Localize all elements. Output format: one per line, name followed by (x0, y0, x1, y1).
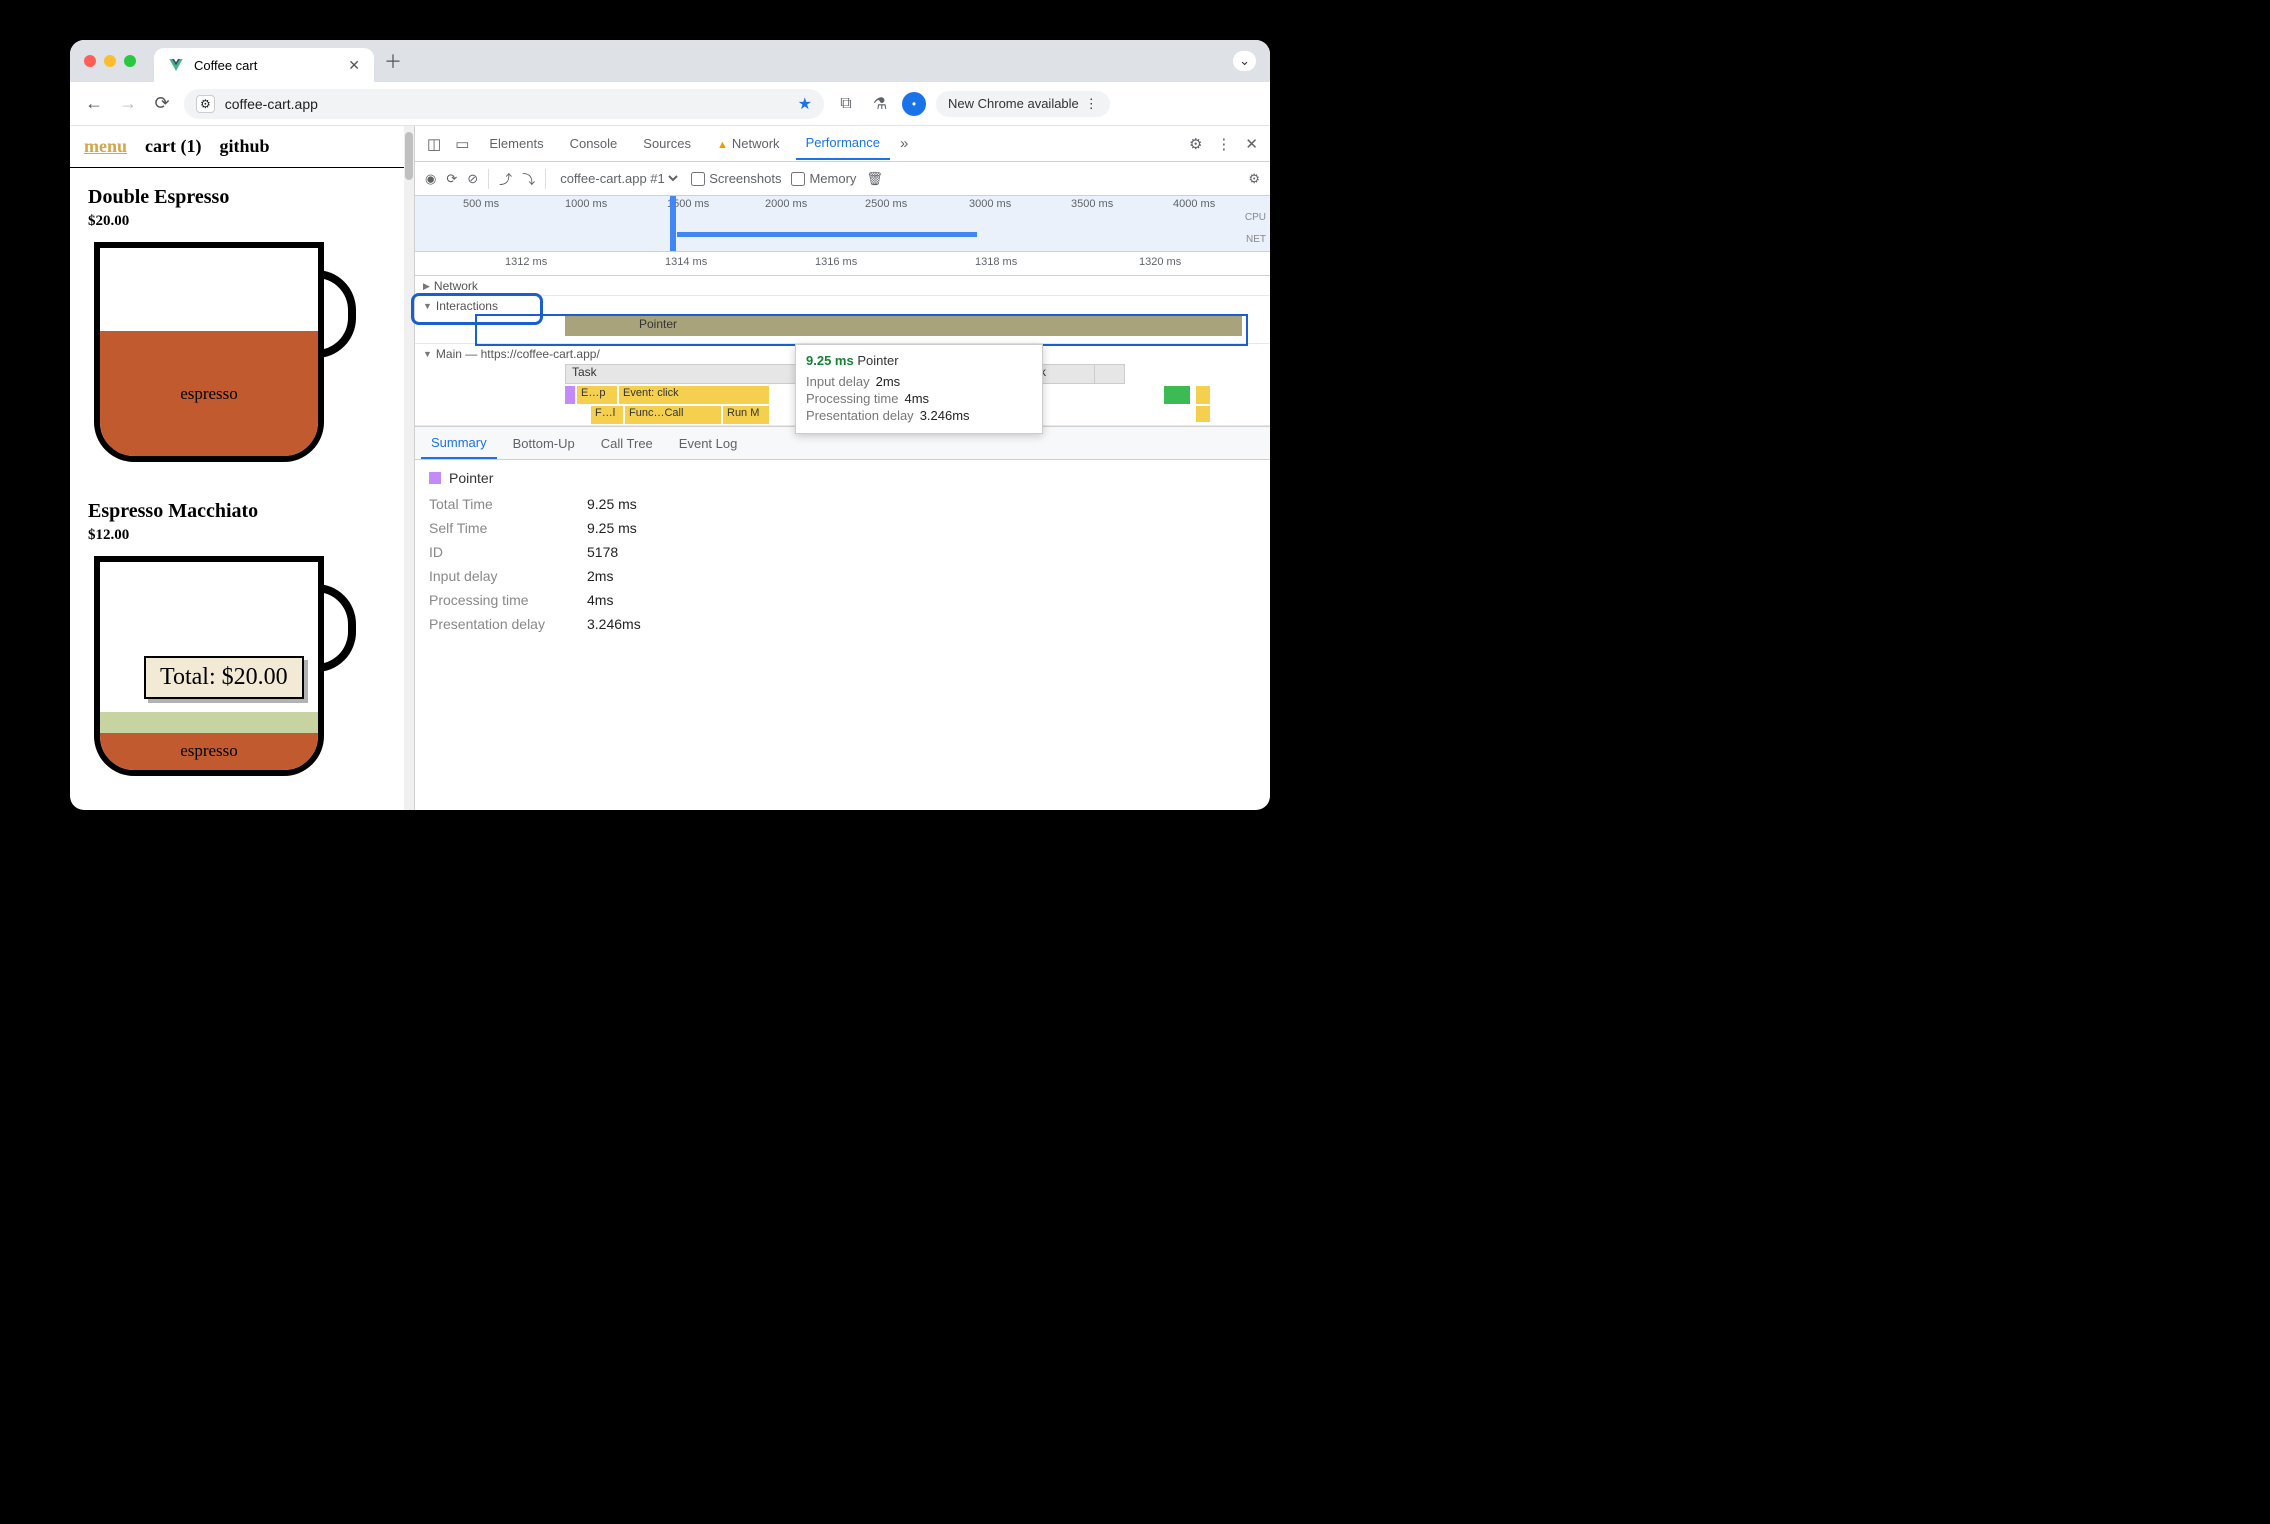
timeline-ruler: 1312 ms 1314 ms 1316 ms 1318 ms 1320 ms (415, 252, 1270, 276)
address-bar[interactable]: ⚙ coffee-cart.app ★ (184, 89, 824, 119)
browser-window: Coffee cart ✕ ＋ ⌄ ← → ⟳ ⚙ coffee-cart.ap… (70, 40, 1270, 810)
tab-sources[interactable]: Sources (633, 128, 701, 159)
cup-fill: espresso (100, 733, 318, 770)
devtools-panel: ◫ ▭ Elements Console Sources Network Per… (415, 126, 1270, 810)
labs-icon[interactable]: ⚗ (868, 94, 892, 114)
maximize-window-icon[interactable] (124, 55, 136, 67)
settings-gear-icon[interactable]: ⚙ (1185, 135, 1206, 153)
tab-performance[interactable]: Performance (796, 127, 890, 160)
minimize-window-icon[interactable] (104, 55, 116, 67)
product-price: $12.00 (88, 527, 396, 544)
tab-bottom-up[interactable]: Bottom-Up (503, 429, 585, 458)
gc-icon[interactable]: 🗑 (866, 171, 883, 187)
record-icon[interactable]: ◉ (425, 171, 436, 187)
tab-network[interactable]: Network (707, 128, 790, 159)
clear-icon[interactable]: ⊘ (467, 171, 478, 187)
page-scrollbar[interactable] (404, 126, 414, 810)
titlebar: Coffee cart ✕ ＋ ⌄ (70, 40, 1270, 82)
tab-console[interactable]: Console (560, 128, 628, 159)
segment[interactable] (565, 386, 575, 404)
color-swatch (429, 472, 441, 484)
tab-title: Coffee cart (194, 58, 257, 73)
page-content: menu cart (1) github Double Espresso $20… (70, 126, 415, 810)
browser-tab[interactable]: Coffee cart ✕ (154, 48, 374, 82)
segment[interactable]: E…p (577, 386, 617, 404)
reload-button[interactable]: ⟳ (150, 93, 174, 114)
timeline-overview[interactable]: 500 ms 1000 ms 1500 ms 2000 ms 2500 ms 3… (415, 196, 1270, 252)
forward-button[interactable]: → (116, 93, 140, 114)
cart-total[interactable]: Total: $20.00 (144, 656, 304, 699)
nav-github[interactable]: github (219, 136, 269, 157)
close-tab-icon[interactable]: ✕ (348, 57, 360, 74)
interaction-tooltip: 9.25 ms Pointer Input delay2ms Processin… (795, 344, 1043, 434)
cup-fill: espresso (100, 331, 318, 456)
inspect-icon[interactable]: ◫ (423, 135, 445, 153)
url-text: coffee-cart.app (225, 96, 318, 112)
flamechart[interactable]: ▶Network ▼Interactions Pointer ▼ (415, 276, 1270, 426)
nav-menu[interactable]: menu (84, 136, 127, 157)
more-tabs-icon[interactable]: » (896, 135, 912, 152)
browser-toolbar: ← → ⟳ ⚙ coffee-cart.app ★ ⧉ ⚗ • New Chro… (70, 82, 1270, 126)
page-nav: menu cart (1) github (70, 126, 414, 168)
segment[interactable]: Run M (723, 406, 769, 424)
site-settings-icon[interactable]: ⚙ (196, 95, 215, 113)
interaction-span[interactable]: Pointer (565, 316, 1242, 336)
segment[interactable]: F…l (591, 406, 623, 424)
product-title: Double Espresso (88, 186, 396, 209)
product-double-espresso: Double Espresso $20.00 espresso (70, 168, 414, 482)
close-devtools-icon[interactable]: ✕ (1241, 135, 1262, 153)
reload-record-icon[interactable]: ⟳ (446, 171, 457, 187)
memory-checkbox[interactable]: Memory (791, 171, 856, 186)
upload-icon[interactable]: ⤴ (499, 169, 512, 188)
update-chip[interactable]: New Chrome available ⋮ (936, 91, 1110, 117)
track-interactions[interactable]: ▼Interactions (415, 296, 545, 316)
perf-settings-icon[interactable]: ⚙ (1248, 171, 1260, 187)
profile-avatar[interactable]: • (902, 92, 926, 116)
screenshots-checkbox[interactable]: Screenshots (691, 171, 781, 186)
track-network[interactable]: ▶Network (415, 276, 1270, 296)
devtools-tabs: ◫ ▭ Elements Console Sources Network Per… (415, 126, 1270, 162)
device-toggle-icon[interactable]: ▭ (451, 135, 473, 153)
summary-panel: Pointer Total Time9.25 ms Self Time9.25 … (415, 460, 1270, 650)
extensions-icon[interactable]: ⧉ (834, 95, 858, 113)
vue-icon (168, 57, 184, 73)
segment[interactable]: Func…Call (625, 406, 721, 424)
performance-toolbar: ◉ ⟳ ⊘ ⤴ ⤵ coffee-cart.app #1 Screenshots… (415, 162, 1270, 196)
product-title: Espresso Macchiato (88, 500, 396, 523)
new-tab-button[interactable]: ＋ (384, 48, 402, 74)
kebab-icon: ⋮ (1085, 96, 1098, 112)
back-button[interactable]: ← (82, 93, 106, 114)
segment[interactable]: Event: click (619, 386, 769, 404)
tab-call-tree[interactable]: Call Tree (591, 429, 663, 458)
tab-event-log[interactable]: Event Log (669, 429, 748, 458)
tab-elements[interactable]: Elements (479, 128, 553, 159)
nav-cart[interactable]: cart (1) (145, 136, 201, 157)
download-icon[interactable]: ⤵ (522, 169, 535, 188)
close-window-icon[interactable] (84, 55, 96, 67)
bookmark-star-icon[interactable]: ★ (798, 94, 812, 114)
recording-select[interactable]: coffee-cart.app #1 (556, 170, 681, 187)
cup-icon[interactable]: espresso Total: $20.00 (94, 556, 344, 726)
traffic-lights (84, 55, 136, 67)
tab-summary[interactable]: Summary (421, 428, 497, 459)
cup-icon[interactable]: espresso (94, 242, 344, 462)
product-espresso-macchiato: Espresso Macchiato $12.00 espresso Total… (70, 482, 414, 746)
kebab-icon[interactable]: ⋮ (1212, 135, 1235, 153)
tab-overflow-icon[interactable]: ⌄ (1233, 51, 1256, 71)
product-price: $20.00 (88, 213, 396, 230)
